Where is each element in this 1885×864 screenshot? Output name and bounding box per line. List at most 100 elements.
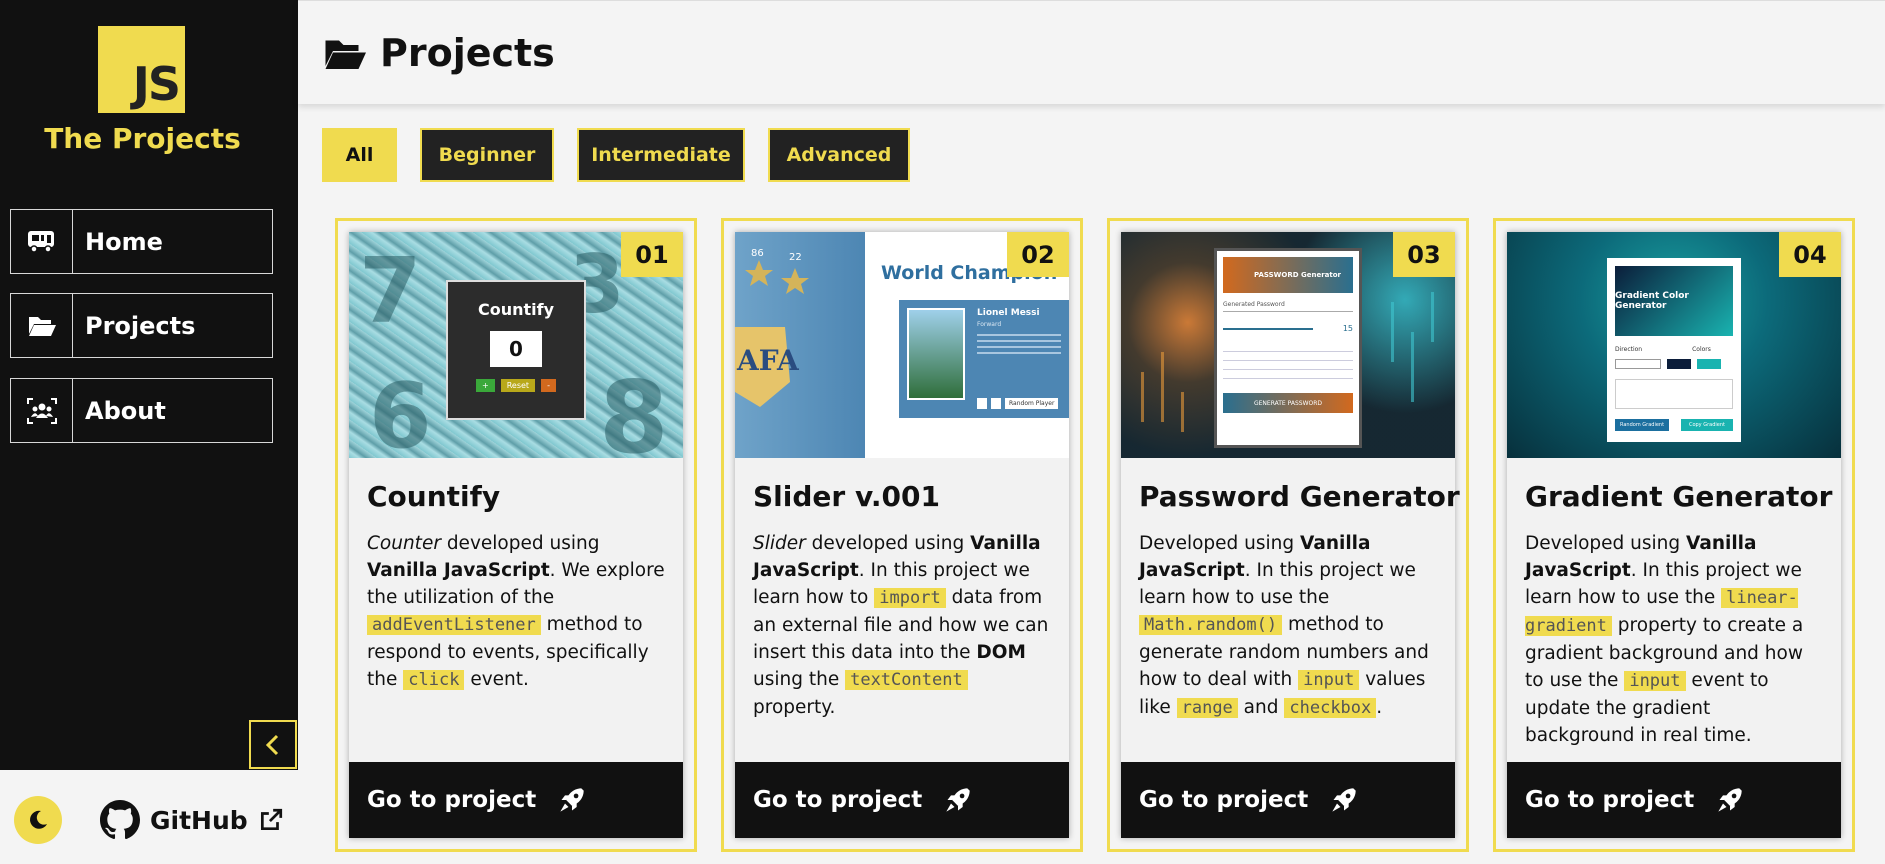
project-title: Slider v.001: [753, 480, 941, 513]
filter-intermediate-button[interactable]: Intermediate: [577, 128, 745, 182]
gradient-preview: Gradient Color Generator Direction Color…: [1607, 258, 1741, 442]
go-to-project-button[interactable]: Go to project: [1507, 762, 1841, 838]
project-description: Counter developed using Vanilla JavaScri…: [367, 533, 665, 690]
github-icon: [100, 800, 140, 840]
go-to-project-button[interactable]: Go to project: [1121, 762, 1455, 838]
prev-arrow-icon: [977, 398, 987, 409]
svg-text:8: 8: [599, 359, 669, 458]
player-role: Forward: [977, 321, 1002, 328]
svg-text:7: 7: [359, 239, 422, 344]
project-thumbnail: PASSWORD Generator Generated Password 15…: [1121, 232, 1455, 458]
page-header: Projects: [298, 0, 1885, 104]
project-description: Slider developed using Vanilla JavaScrip…: [753, 533, 1049, 718]
go-to-project-label: Go to project: [753, 787, 923, 813]
counter-preview-minus: -: [541, 379, 556, 392]
moon-icon: [30, 810, 47, 829]
counter-preview-plus: +: [476, 379, 495, 392]
project-card: 7 3 8 6 Countify 0 + Reset - 01 Countify…: [335, 218, 697, 852]
page-title: Projects: [380, 31, 555, 75]
rocket-icon: [946, 788, 970, 812]
player-card-preview: Lionel Messi Forward Random Player: [899, 300, 1069, 418]
sidebar-item-about[interactable]: About: [10, 378, 273, 443]
gradient-inputs: [1615, 359, 1733, 369]
van-icon: [11, 210, 73, 273]
brand-title: The Projects: [44, 122, 241, 155]
counter-preview-heading: Countify: [477, 300, 555, 319]
colors-label: Colors: [1692, 346, 1711, 353]
filter-all-button[interactable]: All: [322, 128, 397, 182]
chevron-left-icon: [265, 734, 279, 755]
rocket-icon: [1332, 788, 1356, 812]
project-number-badge: 01: [621, 232, 683, 277]
random-gradient-label: Random Gradient: [1615, 419, 1670, 431]
password-length-row: 15: [1223, 324, 1353, 333]
counter-preview: Countify 0 + Reset -: [446, 280, 586, 420]
rocket-icon: [560, 788, 584, 812]
counter-preview-reset: Reset: [500, 379, 536, 392]
direction-label: Direction: [1615, 346, 1643, 353]
sidebar-item-home[interactable]: Home: [10, 209, 273, 274]
player-name: Lionel Messi: [977, 308, 1040, 318]
random-player-label: Random Player: [1005, 398, 1059, 409]
slider-preview-side: 86 22 AFA: [735, 232, 865, 458]
people-icon: [11, 379, 73, 442]
next-arrow-icon: [991, 398, 1001, 409]
gradient-preview-heading: Gradient Color Generator: [1615, 266, 1733, 336]
project-title: Gradient Generator: [1525, 480, 1833, 513]
project-thumbnail: 7 3 8 6 Countify 0 + Reset - 01: [349, 232, 683, 458]
sidebar-item-label: Projects: [85, 311, 196, 340]
generate-preview-button: GENERATE PASSWORD: [1223, 393, 1353, 413]
password-preview-field: Generated Password: [1223, 301, 1353, 312]
js-logo: JS: [98, 26, 185, 113]
player-text-lines: [977, 334, 1061, 336]
option-checkboxes: [1223, 343, 1353, 383]
sidebar: JS The Projects Home Projects About GitH…: [0, 0, 298, 864]
project-description: Developed using Vanilla JavaScript. In t…: [1139, 533, 1429, 718]
sidebar-footer: GitHub: [0, 770, 298, 864]
crest-text: AFA: [737, 344, 799, 377]
copy-gradient-label: Copy Gradient: [1680, 419, 1733, 431]
go-to-project-button[interactable]: Go to project: [735, 762, 1069, 838]
password-preview-heading: PASSWORD Generator: [1223, 257, 1353, 293]
rocket-icon: [1718, 788, 1742, 812]
project-title: Password Generator: [1139, 480, 1460, 513]
filter-beginner-button[interactable]: Beginner: [420, 128, 554, 182]
password-preview: PASSWORD Generator Generated Password 15…: [1214, 248, 1362, 448]
project-number-badge: 03: [1393, 232, 1455, 277]
gradient-preview-buttons: Random Gradient Copy Gradient: [1615, 419, 1733, 431]
github-label: GitHub: [150, 805, 248, 835]
sidebar-item-label: Home: [85, 227, 163, 256]
counter-preview-buttons: + Reset -: [448, 379, 584, 392]
color-swatch-2: [1697, 359, 1721, 369]
project-card: 86 22 AFA World Champion Lionel Messi Fo…: [721, 218, 1083, 852]
project-number-badge: 04: [1779, 232, 1841, 277]
github-link[interactable]: GitHub: [100, 800, 284, 840]
color-swatch-1: [1667, 359, 1691, 369]
sidebar-item-label: About: [85, 396, 166, 425]
go-to-project-label: Go to project: [1525, 787, 1695, 813]
go-to-project-button[interactable]: Go to project: [349, 762, 683, 838]
project-card: PASSWORD Generator Generated Password 15…: [1107, 218, 1469, 852]
length-slider: [1223, 327, 1313, 330]
project-number-badge: 02: [1007, 232, 1069, 277]
svg-text:6: 6: [369, 364, 432, 458]
external-link-icon: [260, 808, 282, 831]
project-thumbnail: Gradient Color Generator Direction Color…: [1507, 232, 1841, 458]
project-description: Developed using Vanilla JavaScript. In t…: [1525, 533, 1804, 746]
go-to-project-label: Go to project: [1139, 787, 1309, 813]
theme-toggle-button[interactable]: [14, 796, 62, 844]
direction-select: [1615, 359, 1661, 369]
project-thumbnail: 86 22 AFA World Champion Lionel Messi Fo…: [735, 232, 1069, 458]
project-title: Countify: [367, 480, 501, 513]
folder-open-icon: [11, 294, 73, 357]
counter-preview-value: 0: [490, 331, 542, 367]
css-code-box: [1615, 379, 1733, 409]
collapse-sidebar-button[interactable]: [249, 720, 297, 769]
sidebar-item-projects[interactable]: Projects: [10, 293, 273, 358]
project-card: Gradient Color Generator Direction Color…: [1493, 218, 1855, 852]
filter-advanced-button[interactable]: Advanced: [768, 128, 910, 182]
player-photo: [907, 308, 965, 400]
gradient-options: Direction Colors: [1615, 346, 1733, 353]
logo-text: JS: [132, 57, 181, 111]
slider-controls: Random Player: [977, 398, 1059, 409]
